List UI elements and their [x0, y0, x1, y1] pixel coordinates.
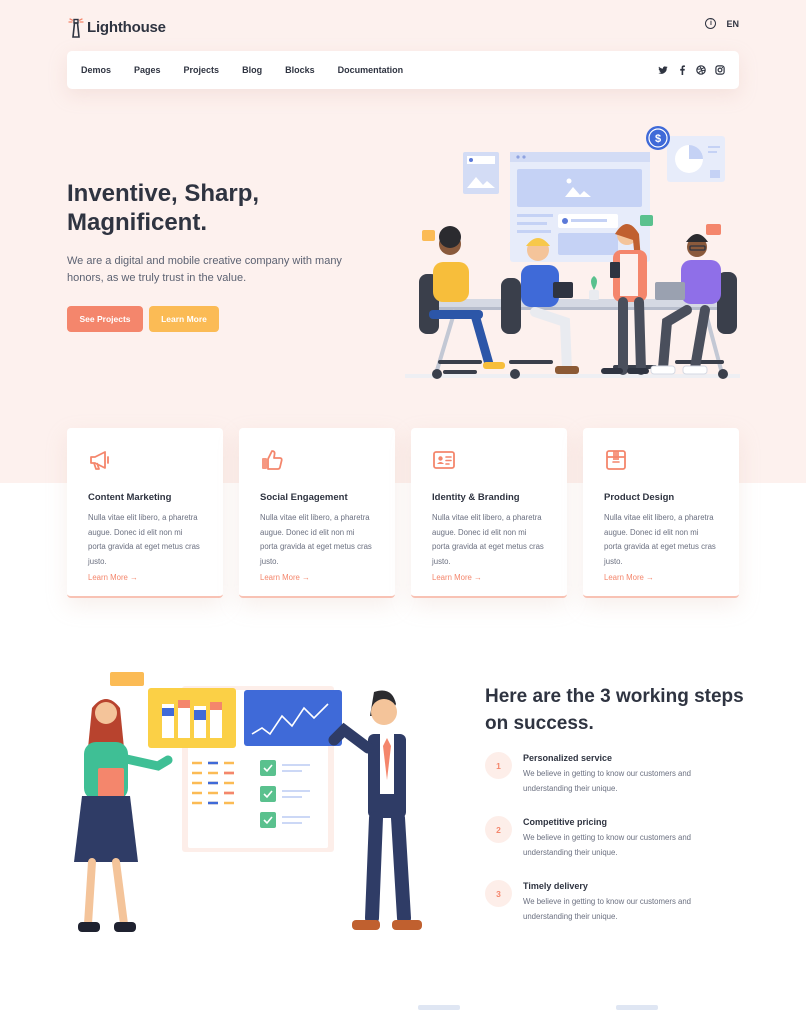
- feature-card-identity-branding: Identity & Branding Nulla vitae elit lib…: [411, 428, 567, 598]
- hero-subtitle: We are a digital and mobile creative com…: [67, 255, 342, 284]
- learn-more-link[interactable]: Learn More →: [432, 573, 546, 582]
- dribbble-icon[interactable]: [696, 65, 706, 75]
- feature-card-content-marketing: Content Marketing Nulla vitae elit liber…: [67, 428, 223, 598]
- nav-link-pages[interactable]: Pages: [134, 65, 161, 75]
- feature-card-social-engagement: Social Engagement Nulla vitae elit liber…: [239, 428, 395, 598]
- nav-link-blocks[interactable]: Blocks: [285, 65, 315, 75]
- learn-more-link[interactable]: Learn More →: [604, 573, 718, 582]
- step-title: Competitive pricing: [523, 817, 608, 827]
- next-section-edge: [616, 1005, 658, 1010]
- brand-logo[interactable]: Lighthouse: [67, 14, 166, 40]
- step-title: Personalized service: [523, 753, 613, 763]
- nav-links: Demos Pages Projects Blog Blocks Documen…: [81, 65, 426, 75]
- nav-link-documentation[interactable]: Documentation: [338, 65, 404, 75]
- brand-name: Lighthouse: [87, 18, 166, 36]
- step-number: 1: [485, 752, 512, 779]
- facebook-icon[interactable]: [677, 65, 687, 75]
- social-links: [658, 65, 725, 75]
- feature-card-product-design: Product Design Nulla vitae elit libero, …: [583, 428, 739, 598]
- thumbs-up-icon: [262, 450, 283, 470]
- step-number: 2: [485, 816, 512, 843]
- presentation-illustration: [74, 672, 422, 932]
- card-text: Nulla vitae elit libero, a pharetra augu…: [604, 513, 716, 566]
- svg-text:$: $: [655, 133, 661, 145]
- card-title: Content Marketing: [88, 492, 172, 503]
- card-title: Product Design: [604, 492, 675, 503]
- card-text: Nulla vitae elit libero, a pharetra augu…: [88, 513, 200, 566]
- learn-more-link[interactable]: Learn More →: [88, 573, 202, 582]
- learn-more-link[interactable]: Learn More →: [260, 573, 374, 582]
- card-title: Identity & Branding: [432, 492, 520, 503]
- nav-link-demos[interactable]: Demos: [81, 65, 111, 75]
- megaphone-icon: [90, 451, 109, 470]
- learn-more-button[interactable]: Learn More: [149, 306, 219, 332]
- nav-link-blog[interactable]: Blog: [242, 65, 262, 75]
- step-text: We believe in getting to know our custom…: [523, 769, 692, 793]
- hero-title: Inventive, Sharp, Magnificent.: [67, 180, 260, 236]
- lighthouse-icon: [68, 18, 84, 38]
- step-title: Timely delivery: [523, 881, 588, 891]
- twitter-icon[interactable]: [658, 65, 668, 75]
- card-text: Nulla vitae elit libero, a pharetra augu…: [260, 513, 372, 566]
- card-title: Social Engagement: [260, 492, 348, 503]
- step-text: We believe in getting to know our custom…: [523, 897, 692, 921]
- info-icon[interactable]: i: [705, 18, 717, 29]
- steps-title: Here are the 3 working steps on success.: [485, 686, 744, 734]
- step-text: We believe in getting to know our custom…: [523, 833, 692, 857]
- id-card-icon: [433, 451, 455, 469]
- nav-link-projects[interactable]: Projects: [184, 65, 220, 75]
- next-section-edge: [418, 1005, 460, 1010]
- team-meeting-illustration: $: [405, 126, 740, 379]
- box-icon: [606, 450, 626, 470]
- top-utility: i EN: [705, 18, 739, 29]
- card-text: Nulla vitae elit libero, a pharetra augu…: [432, 513, 544, 566]
- main-navbar: Demos Pages Projects Blog Blocks Documen…: [67, 51, 739, 89]
- instagram-icon[interactable]: [715, 65, 725, 75]
- language-switcher[interactable]: EN: [726, 19, 739, 29]
- see-projects-button[interactable]: See Projects: [67, 306, 143, 332]
- step-number: 3: [485, 880, 512, 907]
